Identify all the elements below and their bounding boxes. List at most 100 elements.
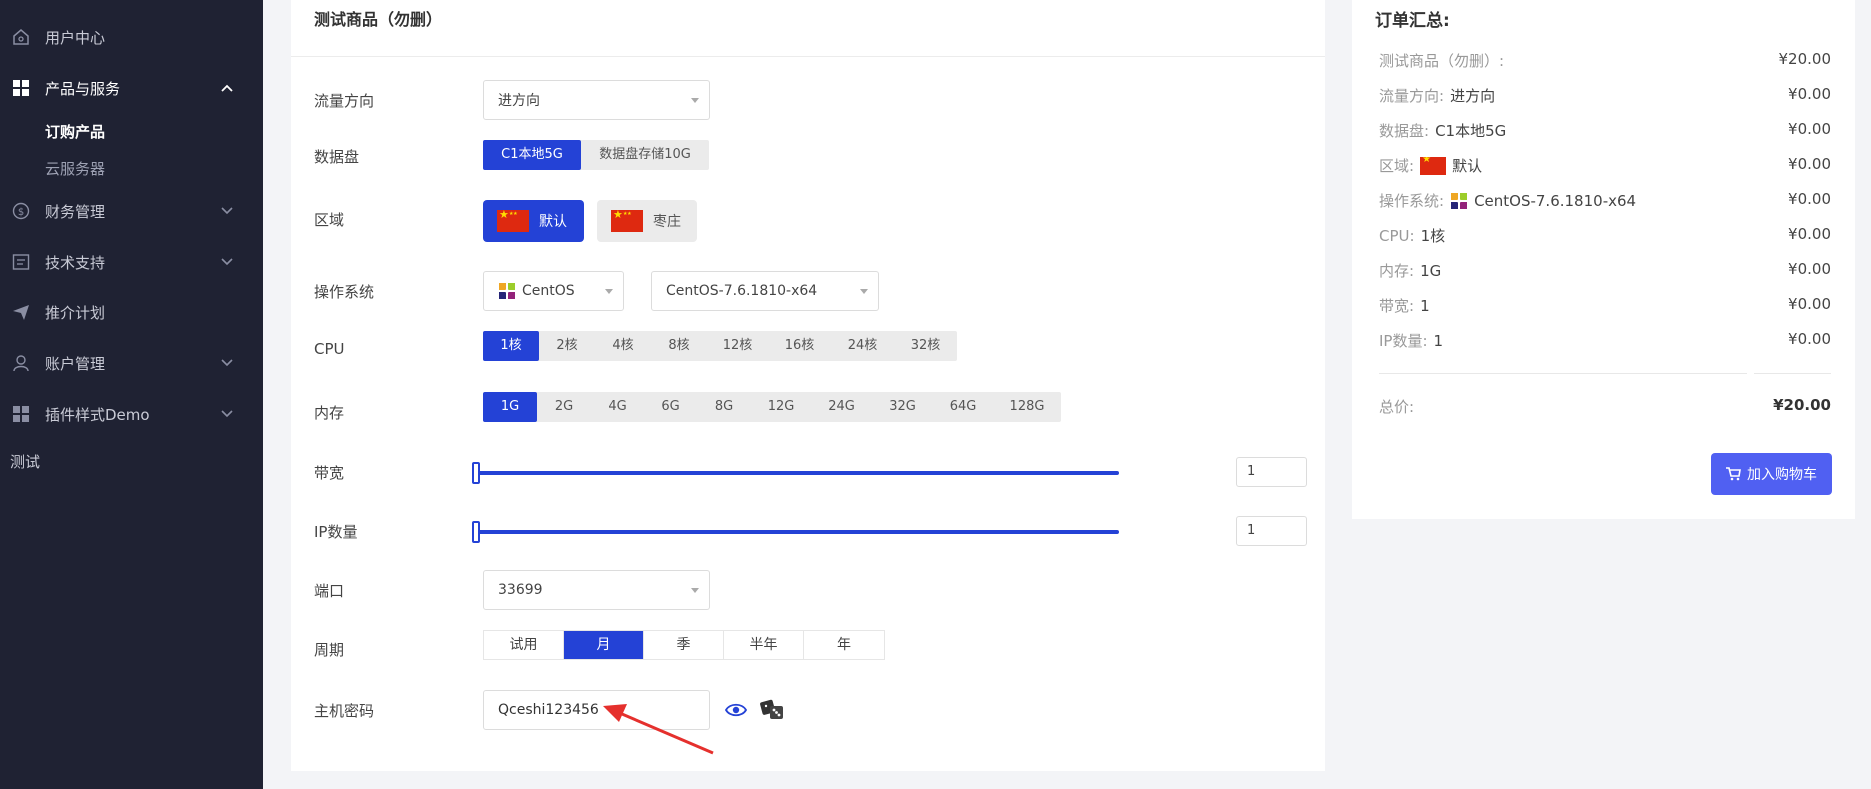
cpu-option[interactable]: 32核 [894,331,957,361]
port-label: 端口 [314,582,345,600]
os-family-value: CentOS [522,283,575,299]
summary-value: CentOS-7.6.1810-x64 [1474,191,1637,210]
summary-key: 流量方向: [1379,87,1445,105]
grid-icon [11,78,31,98]
sidebar-subitem-cloud-server[interactable]: 云服务器 [45,158,105,179]
cpu-label: CPU [314,340,345,358]
memory-option[interactable]: 128G [993,392,1061,422]
chevron-down-icon [220,407,234,421]
traffic-select[interactable]: 进方向 [483,80,710,120]
password-label: 主机密码 [314,702,375,720]
summary-value: C1本地5G [1435,122,1507,140]
summary-value: 1核 [1420,227,1446,245]
period-option[interactable]: 半年 [724,631,804,659]
summary-row: 流量方向: 进方向 ¥0.00 [1379,85,1831,107]
bandwidth-slider-track[interactable] [475,471,1119,475]
period-option[interactable]: 年 [804,631,884,659]
sidebar-item-user-center[interactable]: 用户中心 [0,17,263,57]
summary-price: ¥20.00 [1778,50,1832,68]
ticket-icon [11,252,31,272]
grid-icon [11,404,31,424]
chevron-down-icon [220,204,234,218]
chevron-up-icon [220,81,234,95]
cpu-option[interactable]: 4核 [595,331,651,361]
cpu-option[interactable]: 2核 [539,331,595,361]
disk-label: 数据盘 [314,148,360,166]
summary-key: 操作系统: [1379,192,1445,210]
os-version-value: CentOS-7.6.1810-x64 [666,283,818,299]
cpu-option[interactable]: 24核 [831,331,894,361]
summary-row: 操作系统: CentOS-7.6.1810-x64 ¥0.00 [1379,190,1831,212]
sidebar-item-label: 产品与服务 [45,79,121,98]
period-option[interactable]: 月 [564,631,644,659]
summary-row: IP数量: 1 ¥0.00 [1379,330,1831,352]
china-flag-icon [1420,156,1447,175]
ip-count-input[interactable]: 1 [1236,516,1307,546]
region-option-default[interactable]: 默认 [483,200,584,242]
sidebar-item-test[interactable]: 测试 [10,451,40,472]
dice-icon[interactable] [760,698,786,726]
add-to-cart-button[interactable]: 加入购物车 [1711,453,1832,495]
summary-key: 测试商品（勿删）: [1379,52,1505,70]
cpu-option[interactable]: 8核 [651,331,707,361]
bandwidth-slider-handle[interactable] [472,462,480,484]
period-option[interactable]: 季 [644,631,724,659]
cpu-option[interactable]: 12核 [707,331,768,361]
memory-option[interactable]: 6G [644,392,697,422]
memory-option[interactable]: 4G [591,392,644,422]
sidebar-item-label: 技术支持 [45,253,106,272]
period-option[interactable]: 试用 [484,631,564,659]
summary-value: 默认 [1452,157,1483,175]
ip-count-slider-track[interactable] [475,530,1119,534]
caret-down-icon [691,98,699,103]
cpu-option[interactable]: 16核 [768,331,831,361]
product-config-card: 测试商品（勿删） 流量方向 进方向 数据盘 C1本地5G 数据盘存储10G 区域… [291,0,1325,771]
memory-option[interactable]: 8G [697,392,751,422]
sidebar-item-label: 财务管理 [45,202,106,221]
memory-options: 1G 2G 4G 6G 8G 12G 24G 32G 64G 128G [483,392,1061,422]
disk-option-storage[interactable]: 数据盘存储10G [581,140,709,170]
svg-text:$: $ [18,207,24,218]
sidebar-item-products[interactable]: 产品与服务 [0,68,263,108]
ip-count-slider-handle[interactable] [472,521,480,543]
sidebar-item-label: 推介计划 [45,303,106,322]
summary-row: 区域: 默认 ¥0.00 [1379,155,1831,177]
summary-row: 数据盘: C1本地5G ¥0.00 [1379,120,1831,142]
port-select[interactable]: 33699 [483,570,710,610]
send-icon [11,302,31,322]
sidebar-subitem-order-product[interactable]: 订购产品 [45,121,105,142]
memory-option[interactable]: 32G [872,392,933,422]
summary-price: ¥0.00 [1788,155,1831,173]
user-icon [11,353,31,373]
summary-price: ¥0.00 [1788,260,1831,278]
china-flag-icon [497,210,529,232]
eye-icon[interactable] [724,699,748,725]
divider [291,56,1325,57]
os-version-select[interactable]: CentOS-7.6.1810-x64 [651,271,879,311]
sidebar-item-referral[interactable]: 推介计划 [0,292,263,332]
memory-option[interactable]: 2G [537,392,591,422]
sidebar-item-plugin-demo[interactable]: 插件样式Demo [0,394,263,434]
period-label: 周期 [314,641,345,659]
os-family-select[interactable]: CentOS [483,271,624,311]
home-icon [11,27,31,47]
memory-option[interactable]: 12G [751,392,811,422]
sidebar-item-finance[interactable]: $ 财务管理 [0,191,263,231]
summary-value: 1 [1433,331,1444,350]
summary-value: 1 [1420,296,1430,315]
sidebar-item-label: 用户中心 [45,28,106,47]
memory-option[interactable]: 24G [811,392,872,422]
cpu-option[interactable]: 1核 [483,331,539,361]
disk-option-local[interactable]: C1本地5G [483,140,581,170]
sidebar-item-account[interactable]: 账户管理 [0,343,263,383]
bandwidth-input[interactable]: 1 [1236,457,1307,487]
summary-key: IP数量: [1379,332,1428,350]
memory-option[interactable]: 64G [933,392,993,422]
summary-value: 1G [1420,261,1442,280]
summary-key: 带宽: [1379,297,1415,315]
region-option-zaozhuang[interactable]: 枣庄 [597,200,697,242]
memory-option[interactable]: 1G [483,392,537,422]
os-label: 操作系统 [314,283,375,301]
summary-price: ¥0.00 [1788,120,1831,138]
sidebar-item-support[interactable]: 技术支持 [0,242,263,282]
